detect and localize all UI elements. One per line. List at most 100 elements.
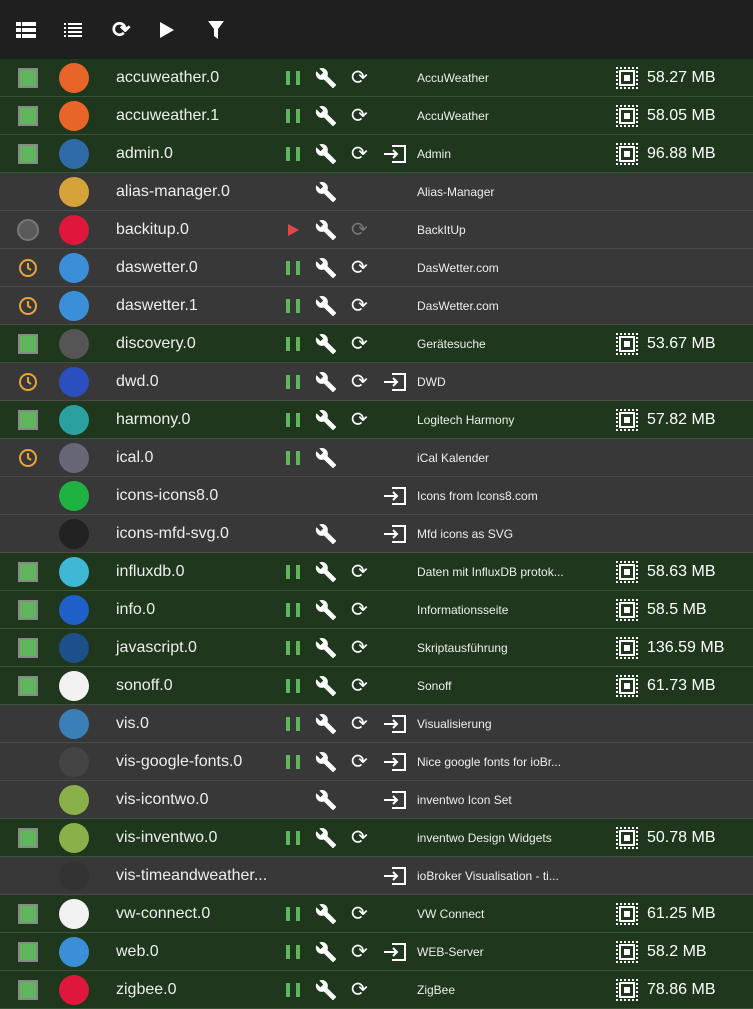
pause-button[interactable] [286,819,300,856]
pause-button[interactable] [286,743,300,780]
pause-button[interactable] [286,439,300,476]
settings-wrench-button[interactable] [315,97,337,134]
instance-title: inventwo Design Widgets [417,830,552,845]
settings-wrench-button[interactable] [315,933,337,970]
settings-wrench-button[interactable] [315,363,337,400]
settings-wrench-button[interactable] [315,743,337,780]
instance-row: vis-inventwo.0 ⟳ inventwo Design Widgets 50… [0,819,753,857]
restart-button[interactable]: ⟳ [351,819,368,856]
restart-button[interactable]: ⟳ [351,249,368,286]
instance-row: vis-icontwo.0 inventwo Icon Set [0,781,753,819]
settings-wrench-button[interactable] [315,591,337,628]
restart-button[interactable]: ⟳ [351,933,368,970]
settings-wrench-button[interactable] [315,439,337,476]
instance-row: zigbee.0 ⟳ ZigBee 78.86 MB [0,971,753,1009]
open-link-button[interactable] [383,135,407,172]
settings-wrench-button[interactable] [315,135,337,172]
pause-button[interactable] [286,287,300,324]
pause-button[interactable] [286,249,300,286]
settings-wrench-button[interactable] [315,515,337,552]
memory-chip-icon [616,598,638,621]
restart-button[interactable]: ⟳ [351,135,368,172]
instance-name: icons-icons8.0 [116,486,219,504]
adapter-logo-icon [58,401,90,438]
settings-wrench-button[interactable] [315,249,337,286]
settings-wrench-button[interactable] [315,173,337,210]
memory-value: 61.73 MB [647,676,716,694]
restart-button[interactable]: ⟳ [351,287,368,324]
settings-wrench-button[interactable] [315,287,337,324]
settings-wrench-button[interactable] [315,705,337,742]
pause-button[interactable] [286,553,300,590]
pause-button[interactable] [286,933,300,970]
restart-button[interactable]: ⟳ [351,97,368,134]
settings-wrench-button[interactable] [315,401,337,438]
restart-button[interactable]: ⟳ [351,705,368,742]
adapter-logo-icon [58,895,90,932]
restart-button[interactable]: ⟳ [351,325,368,362]
settings-wrench-button[interactable] [315,59,337,96]
pause-button[interactable] [286,97,300,134]
pause-button[interactable] [286,895,300,932]
open-link-button[interactable] [383,477,407,514]
refresh-button[interactable]: ⟳ [112,15,160,45]
instance-row: icons-icons8.0 Icons from Icons8.com [0,477,753,515]
memory-chip-icon [616,142,638,165]
open-link-button[interactable] [383,857,407,894]
pause-button[interactable] [286,401,300,438]
restart-button[interactable]: ⟳ [351,59,368,96]
restart-button[interactable]: ⟳ [351,401,368,438]
adapter-logo-icon [58,211,90,248]
memory-chip-icon [616,104,638,127]
open-link-button[interactable] [383,705,407,742]
restart-button[interactable]: ⟳ [351,591,368,628]
adapter-logo-icon [58,667,90,704]
pause-button[interactable] [286,363,300,400]
restart-button[interactable]: ⟳ [351,667,368,704]
view-table-button[interactable] [16,15,64,45]
memory-usage: 50.78 MB [616,819,715,856]
start-button[interactable] [288,224,299,236]
open-link-button[interactable] [383,363,407,400]
pause-button[interactable] [286,325,300,362]
adapter-logo-icon [58,97,90,134]
pause-button[interactable] [286,705,300,742]
restart-button[interactable]: ⟳ [351,211,368,248]
settings-wrench-button[interactable] [315,325,337,362]
pause-button[interactable] [286,629,300,666]
pause-button[interactable] [286,59,300,96]
restart-button[interactable]: ⟳ [351,363,368,400]
open-link-button[interactable] [383,933,407,970]
memory-chip-icon [616,560,638,583]
settings-wrench-button[interactable] [315,781,337,818]
schedule-clock-icon [17,363,39,400]
settings-wrench-button[interactable] [315,553,337,590]
status-running-indicator [17,667,39,704]
pause-button[interactable] [286,135,300,172]
settings-wrench-button[interactable] [315,629,337,666]
adapter-logo-icon [58,819,90,856]
open-link-button[interactable] [383,515,407,552]
pause-button[interactable] [286,667,300,704]
pause-button[interactable] [286,591,300,628]
restart-button[interactable]: ⟳ [351,743,368,780]
memory-value: 58.27 MB [647,68,716,86]
settings-wrench-button[interactable] [315,819,337,856]
filter-button[interactable] [208,15,256,45]
open-link-button[interactable] [383,781,407,818]
memory-usage: 61.73 MB [616,667,716,704]
open-link-button[interactable] [383,743,407,780]
restart-button[interactable]: ⟳ [351,895,368,932]
status-running-indicator [17,933,39,970]
start-all-button[interactable] [160,15,208,45]
settings-wrench-button[interactable] [315,211,337,248]
restart-button[interactable]: ⟳ [351,629,368,666]
restart-button[interactable]: ⟳ [351,553,368,590]
view-list-button[interactable] [64,15,112,45]
settings-wrench-button[interactable] [315,971,337,1008]
settings-wrench-button[interactable] [315,895,337,932]
settings-wrench-button[interactable] [315,667,337,704]
restart-button[interactable]: ⟳ [351,971,368,1008]
adapter-logo-icon [58,173,90,210]
pause-button[interactable] [286,971,300,1008]
